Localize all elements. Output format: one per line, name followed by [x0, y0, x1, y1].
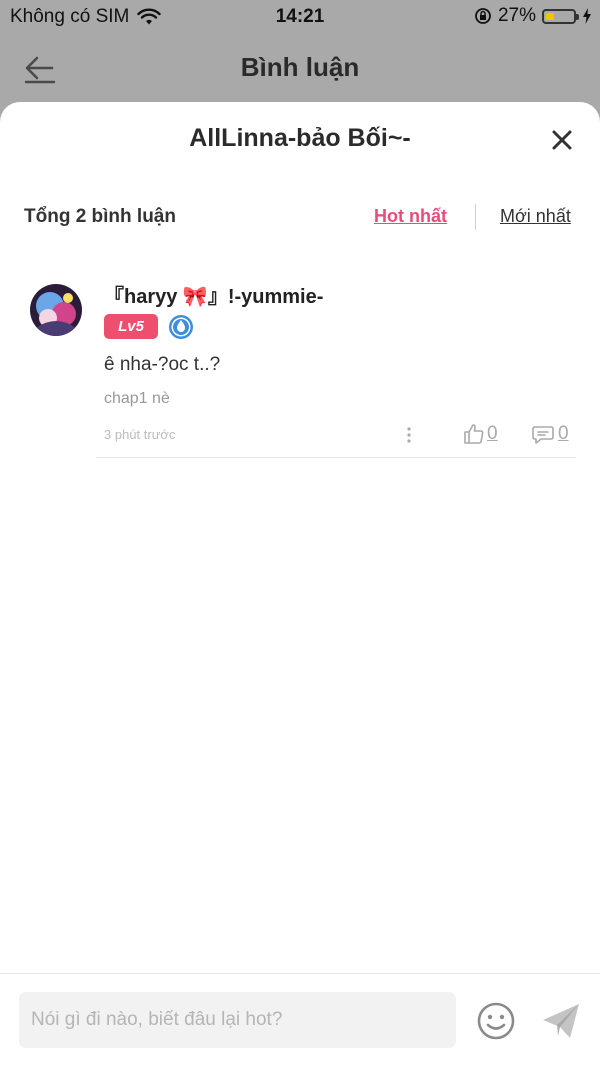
reply-icon[interactable] — [531, 422, 555, 446]
send-icon[interactable] — [540, 1000, 582, 1042]
sort-new-tab[interactable]: Mới nhất — [500, 206, 571, 227]
sort-divider — [475, 204, 476, 230]
battery-percent: 27% — [497, 5, 536, 26]
comment-input[interactable] — [19, 992, 456, 1048]
like-count[interactable]: 0 — [487, 423, 498, 445]
rotation-lock-icon — [475, 8, 491, 24]
comment-count: Tổng 2 bình luận — [24, 206, 176, 227]
like-icon[interactable] — [462, 422, 486, 446]
composer-divider — [0, 973, 600, 974]
level-badge: Lv5 — [104, 314, 158, 339]
reply-count[interactable]: 0 — [558, 423, 569, 445]
sheet-title: AllLinna-bảo Bối~- — [189, 124, 411, 152]
more-options-icon[interactable] — [404, 424, 414, 446]
avatar[interactable] — [30, 284, 82, 336]
comment-text: ê nha-?oc t..? — [104, 354, 221, 375]
comment-time: 3 phút trước — [104, 427, 176, 442]
sort-hot-tab[interactable]: Hot nhất — [374, 206, 447, 227]
battery-icon — [542, 8, 579, 24]
app-bar: Bình luận — [0, 34, 600, 102]
avatar-image — [30, 284, 82, 336]
comment-subtext: chap1 nè — [104, 390, 170, 407]
charging-icon — [583, 8, 591, 24]
comments-sheet: AllLinna-bảo Bối~- Tổng 2 bình luận Hot … — [0, 102, 600, 1067]
page-title: Bình luận — [240, 52, 360, 82]
status-right: 27% — [474, 5, 592, 27]
status-bar: Không có SIM 14:21 27% — [0, 0, 600, 34]
verified-drop-icon — [169, 315, 193, 339]
comment-username[interactable]: 『haryy 🎀』!-yummie- — [104, 280, 323, 309]
emoji-icon[interactable] — [475, 1000, 517, 1042]
close-icon[interactable] — [550, 128, 574, 152]
comment-divider — [96, 457, 576, 458]
